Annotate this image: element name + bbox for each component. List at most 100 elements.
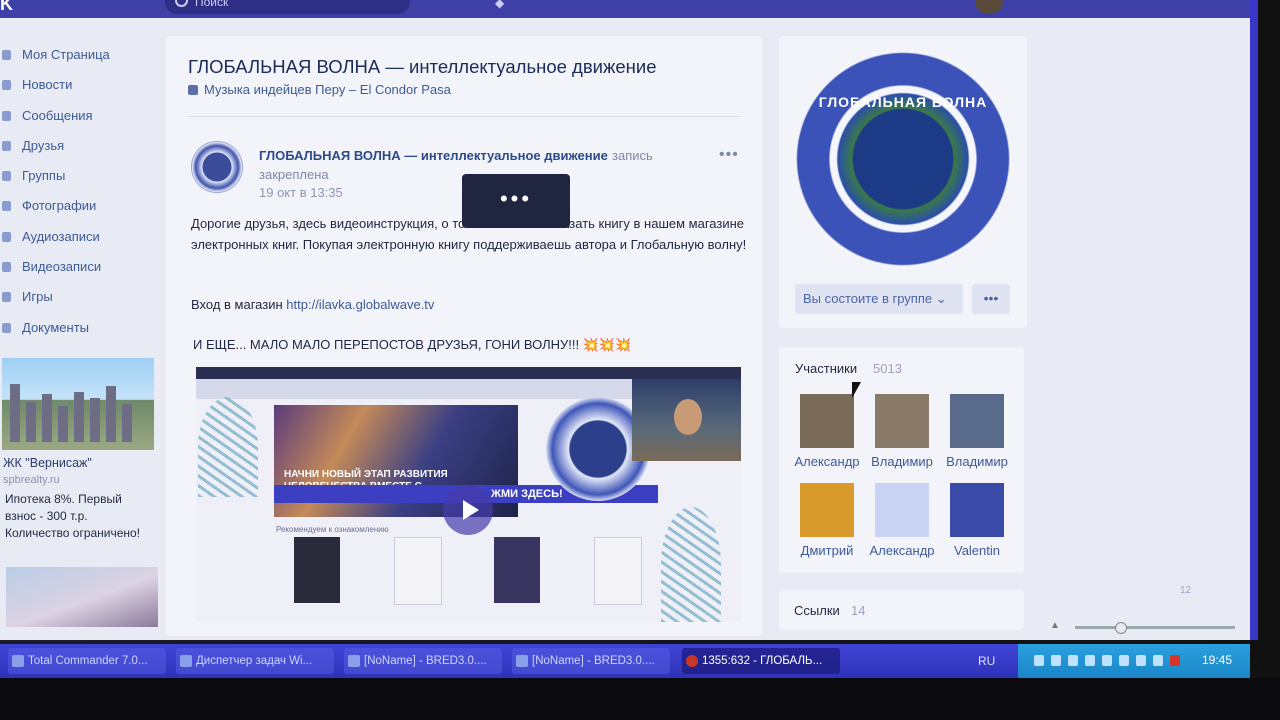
task-label: Диспетчер задач Wi...	[196, 655, 313, 667]
menu-item-games[interactable]: Игры	[0, 282, 160, 312]
ad-image[interactable]	[2, 358, 154, 450]
divider	[188, 116, 740, 117]
bluetooth-icon[interactable]	[1119, 655, 1129, 666]
search-placeholder: Поиск	[195, 0, 229, 9]
group-title: ГЛОБАЛЬНАЯ ВОЛНА — интеллектуальное движ…	[188, 56, 657, 77]
building-shape	[106, 386, 116, 442]
building-shape	[26, 402, 36, 442]
member-item[interactable]: Александр	[864, 483, 940, 558]
monitor-bezel	[0, 678, 1280, 720]
menu-item-label: Фотографии	[22, 198, 97, 214]
group-actions-button[interactable]: •••	[972, 284, 1010, 314]
tray-icon[interactable]	[1136, 655, 1146, 666]
building-shape	[122, 404, 132, 442]
tray-icon[interactable]	[1068, 655, 1078, 666]
menu-item-photos[interactable]: Фотографии	[0, 191, 160, 221]
video-recs-label: Рекомендуем к ознакомлению	[276, 525, 389, 534]
post-shop-link[interactable]: http://ilavka.globalwave.tv	[286, 297, 434, 312]
volume-icon[interactable]	[1153, 655, 1163, 666]
ad-title[interactable]: ЖК "Вернисаж"	[3, 456, 92, 470]
online-count[interactable]: 12	[1180, 585, 1191, 596]
menu-item-groups[interactable]: Группы	[0, 161, 160, 191]
vk-logo[interactable]: K	[0, 0, 13, 15]
task-bred-2[interactable]: [NoName] - BRED3.0....	[512, 648, 670, 674]
ad-image-2[interactable]	[6, 567, 158, 627]
post-date[interactable]: 19 окт в 13:35	[259, 185, 343, 200]
member-name: Valentin	[953, 543, 1000, 558]
search-input[interactable]: Поиск	[165, 0, 410, 14]
group-avatar-card: ГЛОБАЛЬНАЯ ВОЛНА Вы состоите в группе ⌄ …	[779, 36, 1027, 328]
post-author-suffix: запись	[612, 148, 653, 163]
notifications-icon[interactable]: ◆	[495, 0, 504, 10]
post-author-avatar[interactable]	[191, 141, 243, 193]
groups-icon	[2, 171, 11, 182]
post-more-button[interactable]: •••	[719, 146, 739, 164]
opera-icon	[686, 655, 698, 667]
zoom-slider[interactable]	[1075, 622, 1235, 634]
members-count: 5013	[873, 361, 902, 376]
app-icon	[180, 655, 192, 667]
clock[interactable]: 19:45	[1202, 653, 1232, 667]
zoom-slider-knob[interactable]	[1115, 622, 1127, 634]
task-label: 1355:632 - ГЛОБАЛЬ...	[702, 655, 823, 667]
user-avatar[interactable]	[975, 0, 1003, 14]
menu-item-label: Игры	[22, 289, 53, 305]
task-bred-1[interactable]: [NoName] - BRED3.0....	[344, 648, 502, 674]
audio-icon	[2, 231, 11, 242]
network-icon[interactable]	[1034, 655, 1044, 666]
menu-item-messages[interactable]: Сообщения	[0, 101, 160, 131]
app-icon	[516, 655, 528, 667]
member-item[interactable]: Владимир	[864, 394, 940, 469]
ad-site[interactable]: spbrealty.ru	[3, 474, 60, 486]
menu-item-news[interactable]: Новости	[0, 70, 160, 100]
members-heading[interactable]: Участники	[795, 361, 857, 376]
member-name: Александр	[869, 543, 935, 558]
tray-icon[interactable]	[1085, 655, 1095, 666]
membership-button[interactable]: Вы состоите в группе ⌄	[795, 284, 963, 314]
system-tray: 19:45	[1018, 644, 1250, 678]
member-item[interactable]: Valentin	[939, 483, 1015, 558]
post-extra-emoji: 💥💥💥	[582, 337, 632, 352]
ad-text[interactable]: Ипотека 8%. Первый взнос - 300 т.р. Коли…	[5, 491, 155, 542]
news-icon	[2, 80, 11, 91]
menu-item-video[interactable]: Видеозаписи	[0, 252, 160, 282]
task-total-commander[interactable]: Total Commander 7.0...	[8, 648, 166, 674]
app-icon	[12, 655, 24, 667]
menu-item-label: Группы	[22, 168, 66, 184]
building-shape	[74, 392, 84, 442]
menu-item-label: Видеозаписи	[22, 259, 102, 275]
post-video[interactable]: НАЧНИ НОВЫЙ ЭТАП РАЗВИТИЯ ЧЕЛОВЕЧЕСТВА В…	[196, 367, 741, 622]
menu-item-label: Новости	[22, 77, 73, 93]
task-label: [NoName] - BRED3.0....	[532, 655, 655, 667]
book-cover	[294, 537, 340, 603]
task-browser[interactable]: 1355:632 - ГЛОБАЛЬ...	[682, 648, 840, 674]
scroll-up-icon[interactable]: ▲	[1050, 620, 1060, 631]
top-bar: K Поиск ◆	[0, 0, 1250, 18]
app-icon	[348, 655, 360, 667]
post-pinned-label: закреплена	[259, 167, 329, 182]
play-icon[interactable]	[443, 485, 493, 535]
shield-icon[interactable]	[1102, 655, 1112, 666]
building-shape	[58, 406, 68, 442]
menu-item-my-page[interactable]: Моя Страница	[0, 40, 160, 70]
task-task-manager[interactable]: Диспетчер задач Wi...	[176, 648, 334, 674]
post-author[interactable]: ГЛОБАЛЬНАЯ ВОЛНА — интеллектуальное движ…	[259, 148, 608, 163]
tray-icon[interactable]	[1051, 655, 1061, 666]
menu-item-audio[interactable]: Аудиозаписи	[0, 222, 160, 252]
left-menu: Моя Страница Новости Сообщения Друзья Гр…	[0, 40, 160, 343]
group-status[interactable]: Музыка индейцев Перу – El Condor Pasa	[188, 82, 451, 97]
antivirus-icon[interactable]	[1170, 655, 1180, 666]
member-item[interactable]: Дмитрий	[789, 483, 865, 558]
member-item[interactable]: Владимир	[939, 394, 1015, 469]
menu-item-documents[interactable]: Документы	[0, 313, 160, 343]
language-indicator[interactable]: RU	[978, 654, 995, 668]
post-extra-text: И ЕЩЕ... МАЛО МАЛО ПЕРЕПОСТОВ ДРУЗЬЯ, ГО…	[193, 337, 580, 352]
member-photo	[950, 483, 1004, 537]
group-main-card: ГЛОБАЛЬНАЯ ВОЛНА — интеллектуальное движ…	[166, 36, 762, 636]
book-cover	[494, 537, 540, 603]
group-avatar[interactable]	[795, 48, 1011, 270]
fern-decoration	[661, 507, 721, 622]
links-heading[interactable]: Ссылки	[794, 603, 840, 618]
menu-item-friends[interactable]: Друзья	[0, 131, 160, 161]
member-item[interactable]: Александр	[789, 394, 865, 469]
